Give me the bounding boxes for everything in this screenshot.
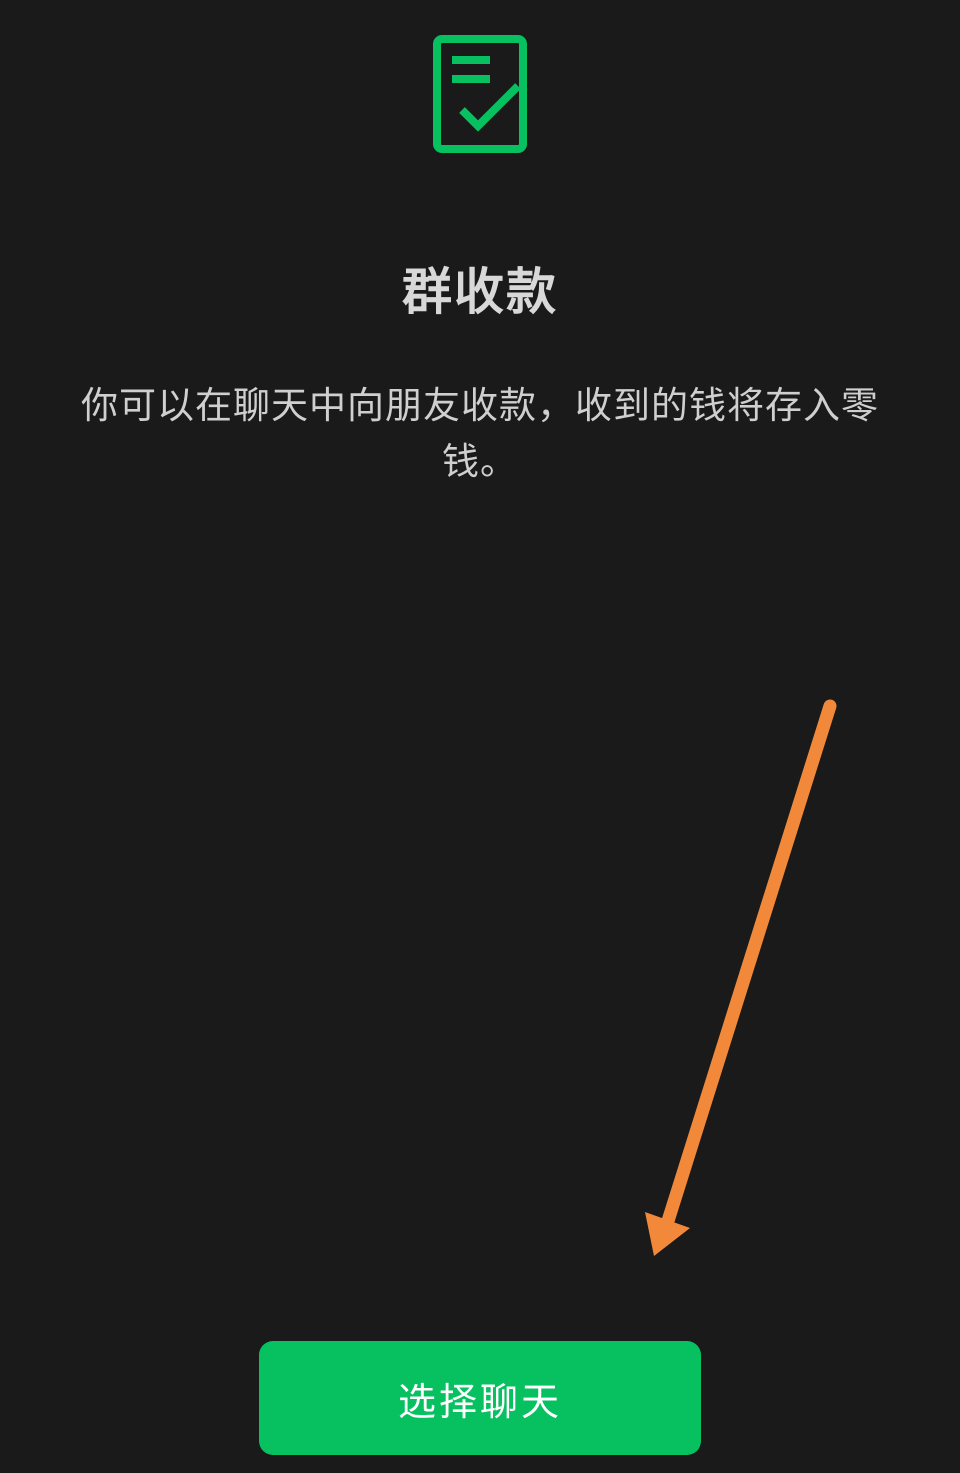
arrow-down-left-icon: [645, 699, 837, 1256]
page-title: 群收款: [402, 263, 558, 321]
group-collection-screen: 群收款 你可以在聊天中向朋友收款，收到的钱将存入零钱。 选择聊天: [0, 0, 960, 1473]
page-description: 你可以在聊天中向朋友收款，收到的钱将存入零钱。: [81, 384, 879, 483]
select-chat-button-label: 选择聊天: [397, 1379, 562, 1424]
document-check-icon: [433, 35, 527, 153]
select-chat-button[interactable]: 选择聊天: [259, 1341, 701, 1455]
